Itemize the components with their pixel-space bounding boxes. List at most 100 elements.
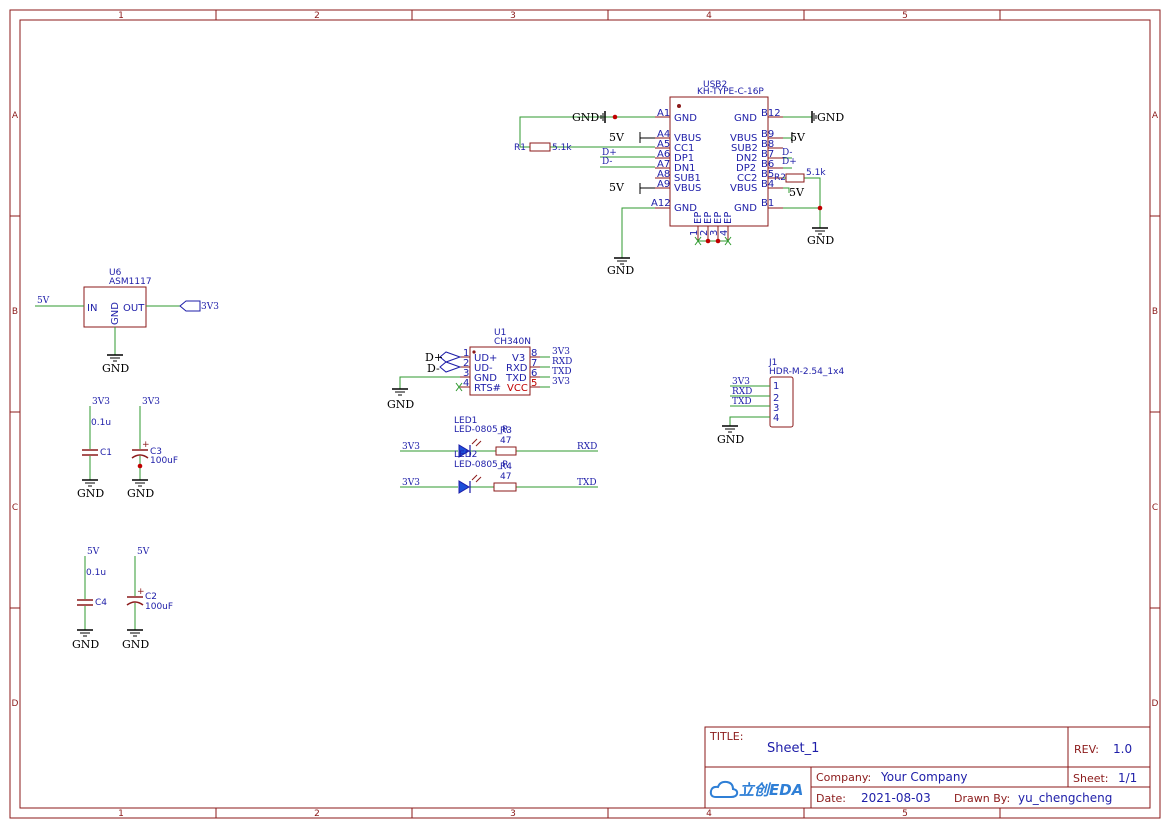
c1-component[interactable]: 3V3 0.1u C1 (82, 397, 112, 480)
usb2-ep-junction-2 (715, 238, 721, 244)
drawn-by-value: yu_chengcheng (1018, 791, 1112, 805)
date-label: Date: (816, 792, 846, 805)
usb2-pin-b4-name: VBUS (730, 183, 757, 194)
u1-port-dn-label: D- (427, 362, 440, 375)
r1-value: 5.1k (552, 143, 572, 153)
net-dn-a7: D- (602, 157, 612, 167)
usb2-pin-b4-num: B4 (761, 179, 774, 190)
led2-ref: LED2 (454, 450, 477, 460)
led2-row[interactable]: LED2 LED-0805_R R4 47 (400, 450, 598, 494)
r2-body (785, 173, 805, 183)
usb2-pin-a9-num: A9 (657, 179, 670, 190)
company-value: Your Company (880, 770, 968, 784)
u1-pin5-num: 5 (531, 378, 537, 389)
net-5v-a9: 5V (609, 181, 625, 194)
drawing-frame: 1 2 3 4 5 1 2 3 4 5 A B C D A B C D (9, 9, 1161, 819)
c4-value: 0.1u (86, 568, 106, 578)
col-label-1-bottom: 1 (118, 809, 124, 819)
u6-component[interactable]: U6 ASM1117 IN OUT GND (35, 268, 180, 355)
r3-body (495, 446, 517, 456)
row-label-a-right: A (1152, 111, 1159, 121)
u6-value: ASM1117 (109, 277, 152, 287)
row-label-c: C (12, 503, 18, 513)
c3-net-3v3: 3V3 (142, 397, 160, 407)
r4-value: 47 (500, 472, 511, 482)
gnd-u1: GND (387, 388, 414, 411)
c1-net-3v3: 3V3 (92, 397, 110, 407)
c4-net-5v: 5V (87, 547, 100, 557)
u6-pin-out: OUT (123, 303, 145, 314)
net-5v-a4: 5V (609, 131, 625, 144)
c2-polarity-mark: + (137, 587, 145, 597)
u1-pin4-name: RTS# (474, 383, 501, 394)
gnd-j1-label: GND (717, 433, 744, 446)
usb2-pin-b1-name: GND (734, 203, 757, 214)
col-label-4: 4 (706, 11, 712, 21)
u1-pin5-name: VCC (507, 383, 528, 394)
r2-component[interactable]: R2 5.1k (774, 168, 826, 183)
gnd-usb-b1-label: GND (807, 234, 834, 247)
row-label-b-right: B (1152, 307, 1158, 317)
c2-value: 100uF (145, 602, 173, 612)
sheet-label: Sheet: (1073, 772, 1109, 785)
row-label-d-right: D (1152, 699, 1159, 709)
gnd-usb-b12: GND (811, 111, 844, 124)
gnd-c1-label: GND (77, 487, 104, 500)
col-label-2: 2 (314, 11, 320, 21)
col-label-5-bottom: 5 (902, 809, 908, 819)
c1-value: 0.1u (91, 418, 111, 428)
gnd-usb-a1-label: GND (572, 111, 599, 124)
r1-component[interactable]: R1 5.1k (514, 142, 572, 153)
col-label-2-bottom: 2 (314, 809, 320, 819)
gnd-c1: GND (77, 479, 104, 500)
usb2-pin-b12-name: GND (734, 113, 757, 124)
col-label-5: 5 (902, 11, 908, 21)
u1-net-3v3-a: 3V3 (552, 347, 570, 357)
r2-value: 5.1k (806, 168, 826, 178)
led1-row[interactable]: LED1 LED-0805_R R3 47 (400, 416, 598, 458)
col-label-4-bottom: 4 (706, 809, 712, 819)
gnd-u6-label: GND (102, 362, 129, 375)
row-label-c-right: C (1152, 503, 1158, 513)
usb2-pin-a12-num: A12 (651, 198, 671, 209)
c2-net-5v: 5V (137, 547, 150, 557)
usb2-pin-a9-name: VBUS (674, 183, 701, 194)
usb2-value: KH-TYPE-C-16P (697, 87, 764, 97)
c3-polarity-mark: + (142, 440, 150, 450)
usb2-ep-junction-1 (705, 238, 711, 244)
junction-a1 (612, 114, 618, 120)
u1-net-txd: TXD (552, 367, 572, 377)
gnd-c3-label: GND (127, 487, 154, 500)
c4-component[interactable]: 5V 0.1u C4 (77, 547, 107, 630)
led2-net-3v3: 3V3 (402, 478, 420, 488)
usb2-component[interactable]: USB2 KH-TYPE-C-16P A1 GND A4 VBUS A5 CC1… (651, 80, 783, 246)
row-label-d: D (12, 699, 19, 709)
u1-ports-dp-dn: D+ D- (425, 351, 462, 375)
usb2-pin-b12-num: B12 (761, 108, 781, 119)
gnd-c4-label: GND (72, 638, 99, 651)
title-label: TITLE: (709, 730, 743, 743)
j1-pin1: 1 (773, 381, 779, 392)
row-label-a: A (12, 111, 19, 121)
schematic-sheet: 1 2 3 4 5 1 2 3 4 5 A B C D A B C D USB2… (9, 9, 1161, 819)
r4-ref: R4 (500, 462, 512, 472)
gnd-u6: GND (102, 354, 129, 375)
j1-net-3v3: 3V3 (732, 377, 750, 387)
gnd-usb-b12-label: GND (817, 111, 844, 124)
r3-value: 47 (500, 436, 511, 446)
c2-component[interactable]: 5V + C2 100uF (126, 547, 173, 630)
u6-pin-gnd: GND (110, 302, 121, 325)
c4-ref: C4 (95, 598, 107, 608)
u1-net-3v3-b: 3V3 (552, 377, 570, 387)
title-block: TITLE: Sheet_1 REV: 1.0 立创EDA Company: Y… (704, 726, 1151, 809)
company-label: Company: (816, 771, 871, 784)
c3-component[interactable]: 3V3 + C3 100uF (131, 397, 178, 480)
r1-ref: R1 (514, 143, 526, 153)
u1-component[interactable]: U1 CH340N 1 UD+ 2 UD- 3 GND 4 RTS# 8 V3 … (399, 328, 550, 396)
r2-ref: R2 (774, 173, 786, 183)
usb2-pin-a1-name: GND (674, 113, 697, 124)
c2-ref: C2 (145, 592, 157, 602)
net-5v-b4: 5V (789, 186, 805, 199)
col-label-3-bottom: 3 (510, 809, 516, 819)
c1-ref: C1 (100, 448, 112, 458)
